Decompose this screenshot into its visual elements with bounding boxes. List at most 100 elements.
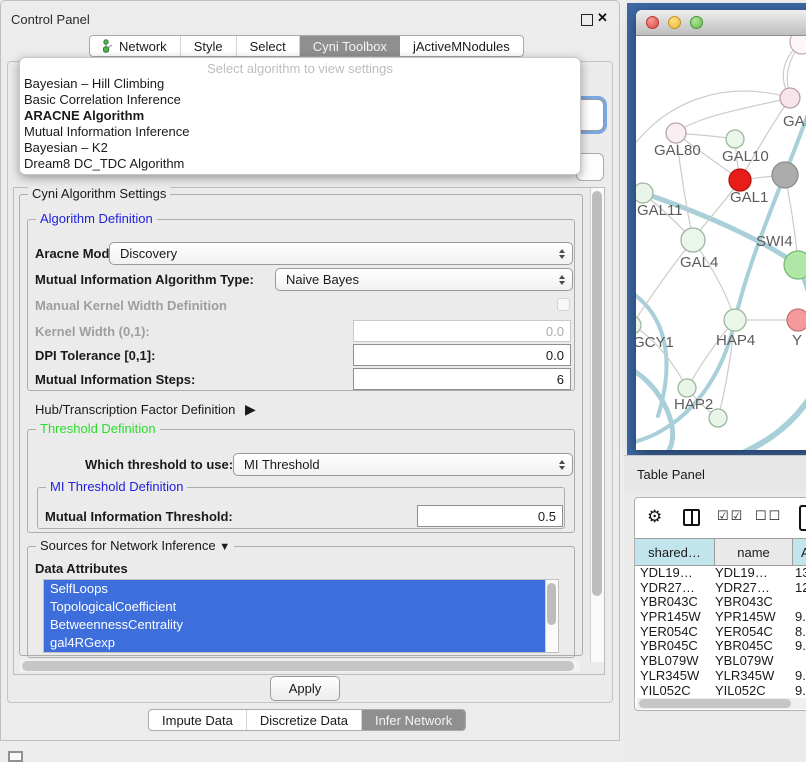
network-node[interactable]	[636, 316, 641, 334]
table-row[interactable]: YBL079WYBL079W	[635, 654, 806, 669]
mi-steps-field[interactable]: 6	[353, 368, 571, 390]
tab-style[interactable]: Style	[181, 36, 237, 56]
aracne-mode-combo[interactable]: Discovery	[109, 242, 573, 265]
column-header-name[interactable]: name	[715, 539, 793, 565]
network-node[interactable]	[772, 162, 798, 188]
kernel-width-value: 0.0	[546, 324, 564, 339]
table-rows: YDL19…YDL19…13 YDR27…YDR27…12 YBR043CYBR…	[635, 566, 806, 696]
node-label: HAP4	[716, 332, 755, 349]
network-view-window: GAL GAL80 GAL10 GAL1 GAL11 SWI4 GAL4 GCY…	[636, 10, 806, 450]
horizontal-scrollbar-thumb[interactable]	[22, 661, 574, 671]
list-item[interactable]: SelfLoops	[44, 580, 558, 598]
table-row[interactable]: YBR045CYBR045C9.	[635, 639, 806, 654]
new-table-icon[interactable]	[799, 505, 806, 531]
network-node[interactable]	[784, 251, 806, 279]
screen: Control Panel ✕ Network Style	[0, 0, 806, 762]
list-item[interactable]: TopologicalCoefficient	[44, 598, 558, 616]
network-window-titlebar[interactable]	[636, 10, 806, 36]
table-row[interactable]: YIL052CYIL052C9.	[635, 684, 806, 697]
list-item[interactable]: BetweennessCentrality	[44, 616, 558, 634]
deselect-all-checks-icon[interactable]: ☐☐	[755, 508, 782, 524]
tab-select[interactable]: Select	[237, 36, 300, 56]
node-label: GAL11	[637, 202, 683, 219]
network-node[interactable]	[724, 309, 746, 331]
zoom-traffic-light[interactable]	[690, 16, 703, 29]
table-header-row: shared… name A	[635, 538, 806, 566]
data-attributes-list[interactable]: SelfLoops TopologicalCoefficient Between…	[43, 579, 559, 653]
which-threshold-combo[interactable]: MI Threshold	[233, 453, 573, 476]
tab-impute-data[interactable]: Impute Data	[149, 710, 247, 730]
columns-icon[interactable]	[683, 509, 700, 526]
dropdown-item[interactable]: Bayesian – Hill Climbing	[20, 76, 580, 92]
hub-definition-toggle[interactable]: Hub/Transcription Factor Definition ▶	[35, 401, 256, 418]
mi-threshold-value: 0.5	[538, 509, 556, 524]
minimize-traffic-light[interactable]	[668, 16, 681, 29]
table-row[interactable]: YDR27…YDR27…12	[635, 581, 806, 596]
tab-cyni-toolbox[interactable]: Cyni Toolbox	[300, 36, 400, 56]
vertical-scrollbar[interactable]	[590, 188, 604, 662]
vertical-scrollbar-thumb[interactable]	[592, 191, 602, 596]
dpi-tolerance-value: 0.0	[546, 348, 564, 363]
aracne-mode-value: Discovery	[120, 246, 177, 261]
apply-button[interactable]: Apply	[270, 676, 340, 701]
network-node[interactable]	[780, 88, 800, 108]
network-node-selected[interactable]	[729, 169, 751, 191]
column-header-shared-name[interactable]: shared…	[635, 539, 715, 565]
horizontal-scrollbar[interactable]	[20, 660, 580, 672]
table-row[interactable]: YPR145WYPR145W9.	[635, 610, 806, 625]
manual-kernel-checkbox[interactable]	[557, 298, 570, 311]
tab-network-label: Network	[119, 39, 167, 54]
chevron-right-icon: ▶	[245, 401, 256, 417]
float-window-icon[interactable]	[581, 14, 593, 26]
gear-icon[interactable]: ⚙	[647, 507, 662, 527]
tab-impute-data-label: Impute Data	[162, 713, 233, 728]
list-item[interactable]: gal4RGexp	[44, 634, 558, 652]
select-all-checks-icon[interactable]: ☑☑	[717, 508, 744, 524]
combo-spinner-icon	[559, 460, 565, 470]
node-label: Y	[792, 332, 802, 349]
tab-cyni-toolbox-label: Cyni Toolbox	[313, 39, 387, 54]
table-row[interactable]: YDL19…YDL19…13	[635, 566, 806, 581]
close-icon[interactable]: ✕	[597, 10, 608, 26]
close-traffic-light[interactable]	[646, 16, 659, 29]
tab-jactivemnodules[interactable]: jActiveMNodules	[400, 36, 523, 56]
sources-title-label: Sources for Network Inference	[40, 538, 216, 553]
mi-threshold-field[interactable]: 0.5	[417, 505, 563, 527]
dropdown-item[interactable]: Basic Correlation Inference	[20, 92, 580, 108]
table-horizontal-scrollbar-thumb[interactable]	[639, 699, 791, 708]
threshold-definition-title: Threshold Definition	[36, 421, 160, 436]
tab-network[interactable]: Network	[90, 36, 181, 56]
network-node[interactable]	[636, 183, 653, 203]
network-canvas[interactable]: GAL GAL80 GAL10 GAL1 GAL11 SWI4 GAL4 GCY…	[636, 36, 806, 450]
mi-type-combo[interactable]: Naive Bayes	[275, 268, 573, 291]
network-node[interactable]	[666, 123, 686, 143]
column-header-partial[interactable]: A	[793, 539, 806, 565]
hub-definition-label: Hub/Transcription Factor Definition	[35, 402, 235, 417]
node-label: SWI4	[756, 233, 793, 250]
node-label: HAP2	[674, 396, 713, 413]
dropdown-item-selected[interactable]: ARACNE Algorithm	[20, 108, 580, 124]
table-horizontal-scrollbar[interactable]	[637, 698, 806, 709]
minimized-panel-icon[interactable]	[8, 751, 23, 762]
mi-steps-value: 6	[557, 372, 564, 387]
combo-spinner-icon	[559, 249, 565, 259]
tab-infer-network[interactable]: Infer Network	[362, 710, 465, 730]
table-row[interactable]: YBR043CYBR043C	[635, 595, 806, 610]
chevron-down-icon: ▼	[219, 541, 230, 553]
dpi-tolerance-field[interactable]: 0.0	[353, 344, 571, 366]
list-scrollbar-thumb[interactable]	[547, 583, 556, 625]
network-node[interactable]	[681, 228, 705, 252]
dropdown-item[interactable]: Dream8 DC_TDC Algorithm	[20, 156, 580, 172]
sources-group-title[interactable]: Sources for Network Inference ▼	[36, 538, 234, 553]
kernel-width-field[interactable]: 0.0	[353, 320, 571, 342]
network-node[interactable]	[787, 309, 806, 331]
dropdown-item[interactable]: Mutual Information Inference	[20, 124, 580, 140]
tab-discretize-data[interactable]: Discretize Data	[247, 710, 362, 730]
list-scrollbar[interactable]	[545, 580, 558, 653]
table-row[interactable]: YLR345WYLR345W9.	[635, 669, 806, 684]
table-row[interactable]: YER054CYER054C8.	[635, 625, 806, 640]
dropdown-item[interactable]: Bayesian – K2	[20, 140, 580, 156]
network-node[interactable]	[678, 379, 696, 397]
node-label: GAL	[783, 113, 806, 130]
network-node[interactable]	[726, 130, 744, 148]
